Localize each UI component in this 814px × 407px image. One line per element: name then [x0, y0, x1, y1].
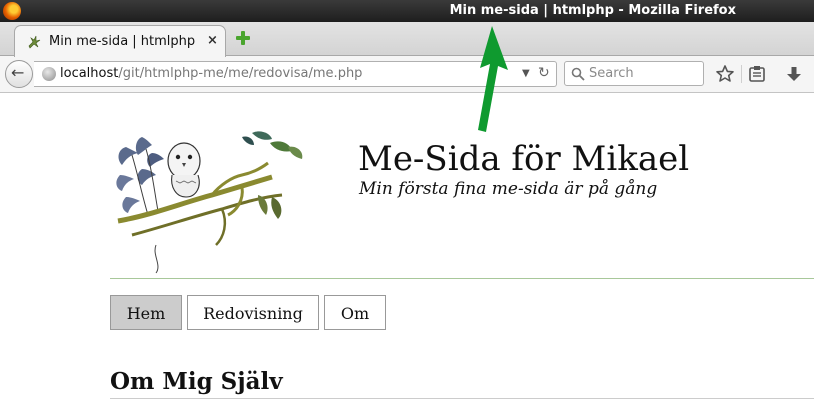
- reload-icon[interactable]: ↻: [538, 65, 550, 81]
- url-text[interactable]: localhost/git/htmlphp-me/me/redovisa/me.…: [60, 66, 362, 81]
- download-arrow-icon[interactable]: [784, 64, 804, 84]
- site-logo-owl-on-branch: [116, 131, 303, 274]
- search-input[interactable]: [589, 65, 697, 81]
- menu-item-om[interactable]: Om: [324, 295, 386, 330]
- reading-list-icon[interactable]: [747, 64, 767, 84]
- url-path: /git/htmlphp-me/me/redovisa/me.php: [118, 66, 363, 81]
- search-bar[interactable]: [564, 61, 704, 86]
- tab-active[interactable]: Min me-sida | htmlphp ×: [14, 25, 226, 57]
- site-title: Me-Sida för Mikael: [358, 139, 690, 179]
- menu-item-redovisning[interactable]: Redovisning: [187, 295, 319, 330]
- window-titlebar: Min me-sida | htmlphp - Mozilla Firefox: [0, 0, 814, 22]
- firefox-logo-icon[interactable]: [3, 2, 21, 20]
- tab-strip: Min me-sida | htmlphp ×: [0, 22, 814, 57]
- lizard-favicon-icon: [28, 35, 41, 49]
- new-tab-plus-icon[interactable]: [236, 31, 250, 45]
- window-title: Min me-sida | htmlphp - Mozilla Firefox: [449, 3, 736, 18]
- bookmark-star-icon[interactable]: [715, 64, 735, 84]
- url-history-dropdown-icon[interactable]: ▼: [522, 68, 530, 79]
- toolbar-separator: [741, 65, 742, 83]
- globe-icon[interactable]: [42, 67, 56, 81]
- tab-close-icon[interactable]: ×: [207, 34, 218, 48]
- page-viewport: Me-Sida för Mikael Min första fina me-si…: [0, 93, 814, 407]
- url-host: localhost: [60, 66, 119, 81]
- page-heading: Om Mig Själv: [110, 368, 283, 395]
- site-slogan: Min första fina me-sida är på gång: [359, 179, 658, 199]
- header-divider: [110, 278, 814, 279]
- menu-item-hem[interactable]: Hem: [110, 295, 182, 330]
- annotation-arrow-icon: [478, 26, 508, 132]
- navigation-toolbar: ← localhost/git/htmlphp-me/me/redovisa/m…: [0, 56, 814, 93]
- back-button[interactable]: ←: [5, 60, 33, 88]
- heading-underline: [110, 398, 814, 399]
- search-icon: [571, 67, 585, 81]
- tab-label: Min me-sida | htmlphp: [49, 34, 196, 49]
- back-arrow-icon: ←: [11, 63, 25, 82]
